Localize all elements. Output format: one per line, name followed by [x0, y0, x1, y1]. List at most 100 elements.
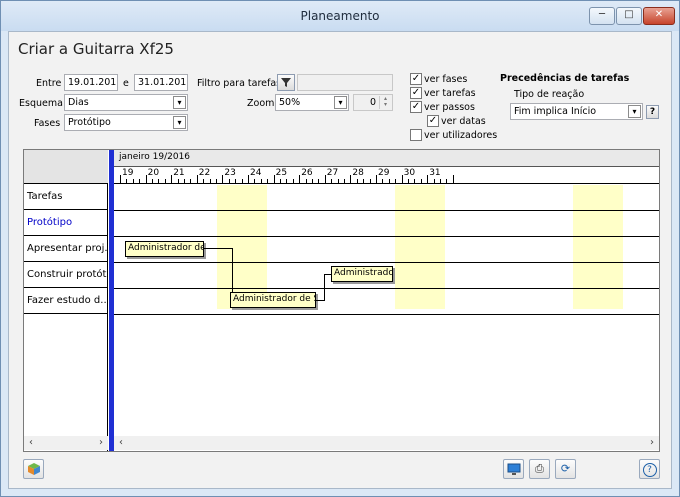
day-tick	[401, 175, 403, 183]
month-label: janeiro 19/2016	[119, 152, 191, 162]
day-tick	[452, 175, 454, 183]
window-title: Planeamento	[300, 9, 380, 23]
minimize-icon: ─	[598, 9, 606, 20]
esquema-select[interactable]: Dias ▾	[64, 94, 188, 111]
day-label: 20	[147, 168, 160, 178]
precedencias-help-button[interactable]: ?	[646, 105, 659, 119]
stepper-arrows-icon[interactable]: ▴ ▾	[379, 96, 391, 109]
row-label-task-3[interactable]: Fazer estudo d...	[24, 289, 108, 314]
day-tick	[190, 179, 192, 183]
print-button[interactable]: ⎙	[529, 459, 550, 479]
scroll-right-icon[interactable]: ›	[646, 437, 658, 449]
day-tick	[241, 179, 243, 183]
e-label: e	[123, 78, 129, 89]
task-bar-2[interactable]: Administrador	[331, 266, 393, 282]
day-label: 24	[250, 168, 262, 178]
day-label: 28	[352, 168, 364, 178]
day-tick	[388, 179, 390, 183]
day-tick	[203, 179, 205, 183]
fases-select[interactable]: Protótipo ▾	[64, 114, 188, 131]
day-tick	[216, 179, 217, 183]
day-tick	[427, 175, 429, 183]
gantt-chart: Tarefas Protótipo Apresentar proj... Con…	[23, 149, 660, 452]
day-tick	[158, 179, 160, 183]
date-to-input[interactable]: 31.01.2016	[134, 74, 188, 91]
chevron-down-icon: ▾	[173, 116, 186, 129]
timeline-scrollbar[interactable]: ‹ ›	[114, 436, 659, 450]
day-tick	[331, 179, 333, 183]
ver-tarefas-checkbox[interactable]: ✓	[410, 87, 422, 99]
day-tick	[254, 179, 256, 183]
day-label: 21	[173, 168, 185, 178]
ver-datas-label: ver datas	[441, 116, 486, 127]
scroll-right-icon[interactable]: ›	[95, 437, 107, 449]
day-label: 27	[326, 168, 339, 178]
dependency-line	[316, 300, 324, 301]
left-scrollbar[interactable]: ‹ ›	[24, 436, 108, 450]
row-label-tarefas: Tarefas	[24, 185, 108, 210]
day-tick	[305, 179, 307, 183]
help-button[interactable]: ?	[639, 459, 660, 479]
entre-label: Entre	[36, 78, 62, 89]
printer-icon: ⎙	[535, 462, 544, 475]
esquema-value: Dias	[68, 97, 89, 108]
cube-icon	[27, 463, 40, 475]
monitor-icon	[507, 463, 520, 475]
tipo-reacao-select[interactable]: Fim implica Início ▾	[510, 103, 643, 120]
day-label: 22	[198, 168, 211, 178]
monitor-button[interactable]	[503, 459, 524, 479]
row-label-task-1[interactable]: Apresentar proj...	[24, 237, 108, 262]
day-tick	[209, 179, 211, 183]
minimize-button[interactable]: ─	[589, 7, 615, 25]
filtro-label: Filtro para tarefas	[197, 78, 282, 89]
filtro-input[interactable]	[297, 74, 393, 91]
ver-passos-checkbox[interactable]: ✓	[410, 101, 422, 113]
zoom-select[interactable]: 50% ▾	[275, 94, 349, 111]
zoom-value: 50%	[279, 97, 301, 108]
esquema-label: Esquema	[19, 98, 63, 109]
filter-icon	[281, 78, 291, 87]
day-tick	[350, 175, 352, 183]
day-label: 25	[275, 168, 288, 178]
tipo-reacao-value: Fim implica Início	[514, 106, 597, 117]
gantt-timeline: janeiro 19/2016 19 20 21 22 23 24 25 26 27 28 29 30…	[114, 150, 659, 451]
ver-utilizadores-checkbox[interactable]	[410, 129, 422, 141]
day-tick	[120, 175, 121, 183]
day-label: 31	[429, 168, 441, 178]
ver-fases-checkbox[interactable]: ✓	[410, 73, 422, 85]
day-tick	[273, 175, 275, 183]
zoom-number: 0	[369, 97, 376, 108]
row-separator	[114, 236, 659, 237]
task-bar-3[interactable]: Administrador de Sis	[230, 292, 316, 308]
scroll-left-icon[interactable]: ‹	[25, 437, 37, 449]
project-cube-button[interactable]	[23, 459, 44, 479]
scroll-left-icon[interactable]: ‹	[115, 437, 127, 449]
day-tick	[196, 175, 198, 183]
ver-datas-checkbox[interactable]: ✓	[427, 115, 439, 127]
zoom-number-stepper[interactable]: 0 ▴ ▾	[353, 94, 393, 111]
zoom-label: Zoom	[247, 98, 275, 109]
filter-button[interactable]	[277, 74, 295, 91]
row-label-task-2[interactable]: Construir protót...	[24, 263, 108, 288]
row-separator	[114, 314, 659, 315]
day-tick	[248, 175, 249, 183]
row-label-phase[interactable]: Protótipo	[24, 211, 108, 236]
day-tick	[139, 179, 141, 183]
help-icon: ?	[642, 463, 657, 477]
task-bar-1[interactable]: Administrador de S	[125, 241, 204, 257]
ver-utilizadores-label: ver utilizadores	[424, 130, 498, 141]
ver-passos-label: ver passos	[424, 102, 475, 113]
day-tick	[184, 179, 185, 183]
day-tick	[440, 179, 441, 183]
day-tick	[171, 175, 173, 183]
gantt-row-labels: Tarefas Protótipo Apresentar proj... Con…	[24, 150, 108, 451]
day-tick	[414, 179, 416, 183]
weekend-band	[573, 185, 623, 309]
maximize-button[interactable]: □	[616, 7, 642, 25]
close-button[interactable]: ✕	[643, 7, 675, 25]
date-from-input[interactable]: 19.01.2016	[64, 74, 118, 91]
title-bar: Planeamento ─ □ ✕	[1, 1, 679, 31]
dependency-line	[232, 248, 233, 292]
refresh-button[interactable]: ⟳	[555, 459, 576, 479]
day-tick	[356, 179, 358, 183]
